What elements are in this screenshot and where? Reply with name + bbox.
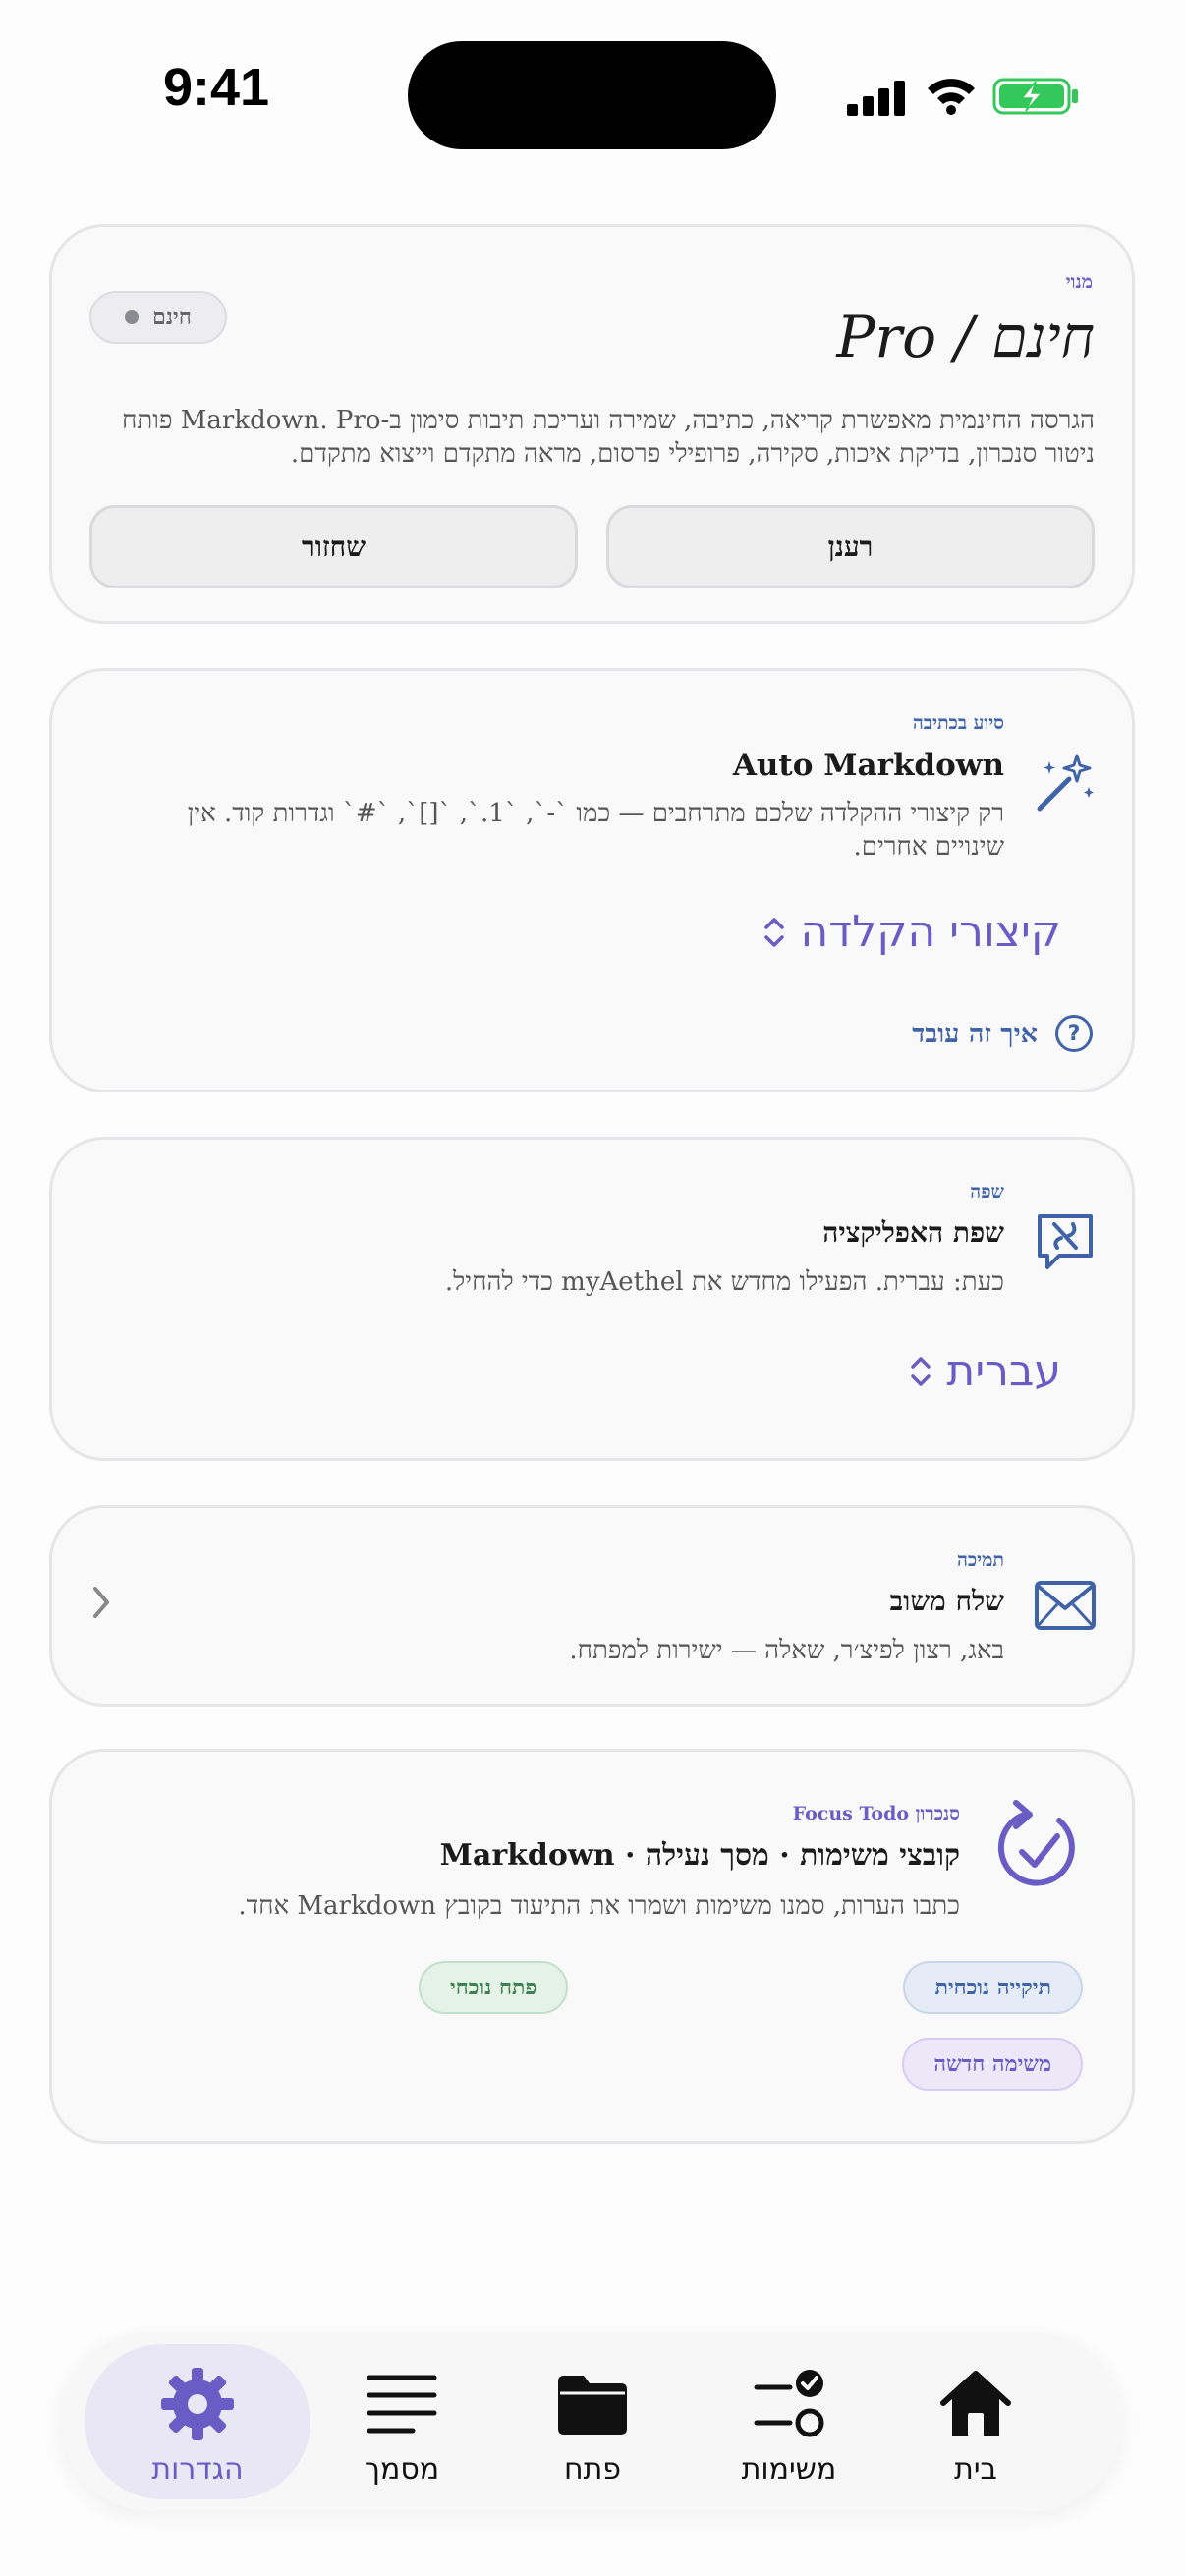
language-value: עברית: [946, 1346, 1061, 1396]
focus-sync-kicker: סנכרון Focus Todo: [792, 1803, 960, 1824]
wifi-icon: [928, 79, 975, 115]
text-lines-icon: [367, 2375, 437, 2434]
status-time: 9:41: [162, 58, 270, 117]
language-kicker: שפה: [970, 1181, 1004, 1203]
chevron-left-icon: [93, 1587, 109, 1618]
writing-assist-card: סיוע בכתיבה Auto Markdown רק קיצורי ההקל…: [49, 668, 1135, 1092]
tab-settings[interactable]: הגדרות: [85, 2344, 310, 2499]
cellular-signal-icon: [847, 81, 905, 116]
battery-charging-icon: [992, 78, 1078, 115]
tab-document[interactable]: מסמך: [289, 2344, 515, 2499]
tab-open-label: פתח: [563, 2452, 622, 2487]
feedback-card[interactable]: תמיכה שלח משוב באג, רצון לפיצ׳ר, שאלה — …: [49, 1505, 1135, 1707]
house-icon: [940, 2371, 1011, 2436]
tab-settings-label: הגדרות: [151, 2452, 244, 2487]
focus-sync-title: קובצי משימות · מסך נעילה · Markdown: [439, 1838, 960, 1873]
auto-markdown-title: Auto Markdown: [732, 748, 1004, 783]
focus-todo-sync-card: סנכרון Focus Todo קובצי משימות · מסך נעי…: [49, 1749, 1135, 2144]
send-feedback-description: באג, רצון לפיצ׳ר, שאלה — ישירות למפתח.: [569, 1636, 1004, 1665]
status-dot-icon: [125, 310, 140, 324]
chevron-up-down-icon: [911, 1356, 931, 1386]
current-folder-chip[interactable]: תיקייה נוכחית: [903, 1961, 1083, 2014]
plan-status-badge: חינם: [89, 291, 227, 344]
chevron-up-down-icon: [764, 917, 785, 947]
status-bar: 9:41: [0, 0, 1185, 187]
tab-home-label: בית: [954, 2452, 997, 2487]
sync-check-icon: [997, 1800, 1075, 1886]
app-language-description: כעת: עברית. הפעילו מחדש את myAethel כדי …: [444, 1267, 1004, 1297]
send-feedback-title: שלח משוב: [889, 1585, 1004, 1617]
gear-icon: [161, 2368, 234, 2440]
open-current-chip[interactable]: פתח נוכחי: [419, 1961, 569, 2014]
support-kicker: תמיכה: [956, 1549, 1004, 1571]
plan-title: חינם / Pro: [836, 304, 1095, 370]
how-it-works-label: איך זה עובד: [912, 1018, 1038, 1049]
tab-tasks-label: משימות: [741, 2452, 837, 2487]
app-language-title: שפת האפליקציה: [822, 1216, 1004, 1249]
status-icons: [847, 67, 1083, 126]
subscription-kicker: מנוי: [1065, 271, 1093, 293]
tab-tasks[interactable]: משימות: [676, 2344, 902, 2499]
magic-wand-icon: [1037, 754, 1094, 812]
dynamic-island: [408, 41, 776, 149]
shortcuts-mode-value: קיצורי הקלדה: [800, 907, 1061, 957]
writing-assist-kicker: סיוע בכתיבה: [912, 712, 1004, 734]
focus-sync-description: כתבו הערות, סמנו משימות ושמרו את התיעוד …: [238, 1891, 960, 1921]
plan-description: הגרסה החינמית מאפשרת קריאה, כתיבה, שמירה…: [122, 406, 1095, 469]
how-it-works-link[interactable]: ? איך זה עובד: [912, 1015, 1093, 1052]
tab-document-label: מסמך: [364, 2452, 440, 2487]
subscription-card: מנוי חינם / Pro חינם הגרסה החינמית מאפשר…: [49, 224, 1135, 624]
help-icon: ?: [1055, 1015, 1093, 1052]
auto-markdown-description: רק קיצורי ההקלדה שלכם מתרחבים — כמו `-`,…: [187, 799, 1004, 862]
envelope-icon: [1035, 1581, 1096, 1630]
bottom-tab-bar: בית משימות פתח מסמך הגדרות: [61, 2332, 1122, 2511]
new-task-chip[interactable]: משימה חדשה: [902, 2038, 1083, 2091]
restore-button[interactable]: שחזור: [89, 505, 578, 588]
refresh-button[interactable]: רענן: [606, 505, 1095, 588]
language-card: שפה שפת האפליקציה כעת: עברית. הפעילו מחד…: [49, 1137, 1135, 1461]
language-picker[interactable]: עברית: [909, 1346, 1061, 1396]
badge-label: חינם: [152, 305, 192, 330]
checklist-icon: [754, 2370, 824, 2437]
language-bubble-icon: [1038, 1214, 1093, 1269]
folder-icon: [558, 2376, 627, 2435]
shortcuts-mode-picker[interactable]: קיצורי הקלדה: [762, 907, 1061, 957]
